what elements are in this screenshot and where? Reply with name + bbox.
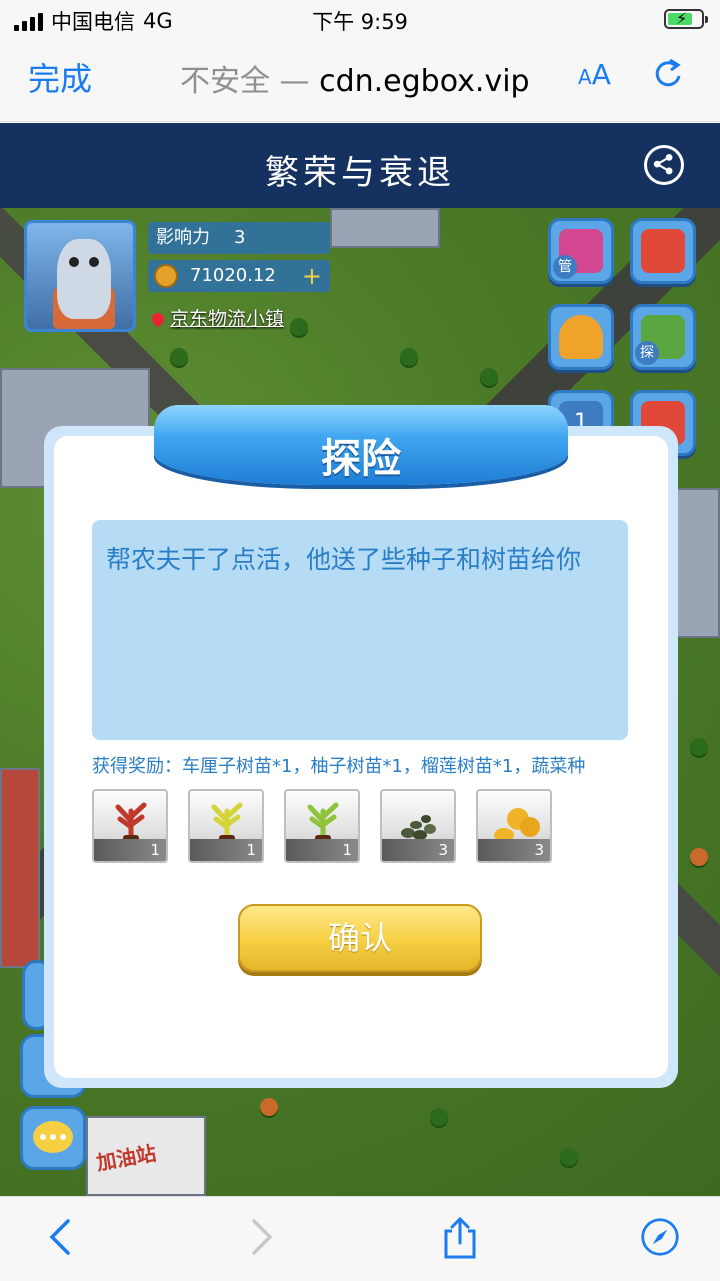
dialog-title: 探险 [321,436,401,482]
influence-value: 3 [234,227,246,248]
browser-toolbar [0,1196,720,1281]
coin-value: 71020.12 [190,265,276,286]
gas-station-building: 加油站 [86,1116,206,1196]
reward-item-durian-sapling[interactable]: 1 [284,789,360,863]
map-tree [170,348,188,366]
reward-items: 1 1 1 3 3 [92,789,552,863]
location-pin-icon [149,310,167,328]
browser-bar: 完成 不安全 — cdn.egbox.vip AA [0,40,720,122]
done-button[interactable]: 完成 [28,54,92,100]
domain-label: cdn.egbox.vip [319,64,530,99]
reward-item-pomelo-sapling[interactable]: 1 [188,789,264,863]
map-tree [400,348,418,366]
map-tree [690,848,708,866]
map-building [330,208,440,248]
explore-button[interactable]: 探 [630,304,696,370]
map-tree [260,1098,278,1116]
chat-button[interactable] [20,1106,86,1170]
status-time: 下午 9:59 [312,10,408,34]
bell-icon [559,315,603,359]
reload-icon[interactable] [650,56,686,92]
title-bar: 繁荣与衰退 [0,123,720,208]
influence-stat: 影响力 3 [148,222,330,254]
share-sheet-icon[interactable] [440,1215,480,1259]
map-tree [430,1108,448,1126]
url-bar[interactable]: 不安全 — cdn.egbox.vip [180,56,530,100]
player-avatar[interactable] [24,220,136,332]
chat-icon [33,1121,73,1153]
map-tree [290,318,308,336]
forward-icon[interactable] [240,1215,280,1259]
text-size-button[interactable]: AA [578,58,611,91]
notification-button[interactable] [548,304,614,370]
status-bar: 中国电信 4G 下午 9:59 ⚡ [0,0,720,40]
map-tree [560,1148,578,1166]
page-title: 繁荣与衰退 [265,153,455,193]
reward-item-golden-seeds[interactable]: 3 [476,789,552,863]
share-icon[interactable] [644,145,684,185]
map-building [0,768,40,968]
dialog-message: 帮农夫干了点活，他送了些种子和树苗给你 [92,520,628,740]
calendar-button[interactable] [630,218,696,284]
map-tree [690,738,708,756]
back-icon[interactable] [42,1215,82,1259]
gas-station-label: 加油站 [94,1140,158,1176]
reward-item-cherry-sapling[interactable]: 1 [92,789,168,863]
manage-button[interactable]: 管 [548,218,614,284]
influence-label: 影响力 [156,227,210,248]
coin-stat: 71020.12 + [148,260,330,292]
reward-item-vegetable-seeds[interactable]: 3 [380,789,456,863]
map-tree [480,368,498,386]
insecure-label: 不安全 — [180,64,310,99]
reward-text: 获得奖励：车厘子树苗*1，柚子树苗*1，榴莲树苗*1，蔬菜种 [92,756,586,777]
confirm-button[interactable]: 确认 [238,904,482,972]
battery-icon: ⚡ [664,9,708,29]
add-coins-button[interactable]: + [302,260,322,292]
compass-icon[interactable] [640,1215,680,1259]
location-link[interactable]: 京东物流小镇 [149,304,284,331]
coin-icon [154,264,178,288]
calendar-icon [641,229,685,273]
